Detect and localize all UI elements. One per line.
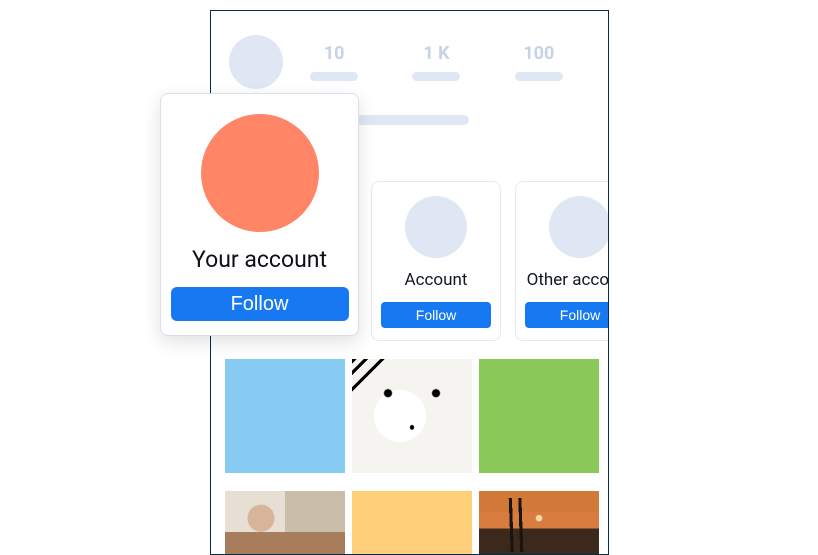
suggested-account-card[interactable]: Other account Follow bbox=[515, 181, 609, 341]
post-thumbnail[interactable] bbox=[352, 359, 472, 473]
account-name: Other account bbox=[527, 270, 609, 290]
post-grid bbox=[211, 341, 608, 473]
stat-label-placeholder bbox=[412, 72, 460, 81]
stat-item[interactable]: 10 bbox=[310, 43, 358, 81]
post-thumbnail[interactable] bbox=[352, 491, 472, 555]
stat-value: 1 K bbox=[423, 43, 449, 64]
stat-item[interactable]: 100 bbox=[515, 43, 563, 81]
profile-avatar[interactable] bbox=[229, 35, 283, 89]
avatar-placeholder bbox=[405, 196, 467, 258]
follow-button[interactable]: Follow bbox=[381, 302, 491, 328]
post-thumbnail[interactable] bbox=[479, 491, 599, 555]
post-grid bbox=[211, 473, 608, 555]
stat-label-placeholder bbox=[515, 72, 563, 81]
stat-item[interactable]: 1 K bbox=[412, 43, 460, 81]
popover-title: Your account bbox=[192, 246, 327, 273]
follow-button[interactable]: Follow bbox=[171, 287, 349, 321]
post-thumbnail[interactable] bbox=[479, 359, 599, 473]
suggested-account-card[interactable]: Account Follow bbox=[371, 181, 501, 341]
stat-value: 10 bbox=[324, 43, 345, 64]
post-thumbnail[interactable] bbox=[225, 491, 345, 555]
avatar-placeholder bbox=[549, 196, 609, 258]
profile-header: 10 1 K 100 bbox=[211, 11, 608, 97]
your-account-avatar bbox=[201, 114, 319, 232]
profile-stats: 10 1 K 100 bbox=[283, 35, 590, 81]
stat-label-placeholder bbox=[310, 72, 358, 81]
account-name: Account bbox=[405, 270, 468, 290]
follow-button[interactable]: Follow bbox=[525, 302, 609, 328]
stat-value: 100 bbox=[523, 43, 554, 64]
post-thumbnail[interactable] bbox=[225, 359, 345, 473]
account-popover: Your account Follow bbox=[160, 93, 359, 336]
